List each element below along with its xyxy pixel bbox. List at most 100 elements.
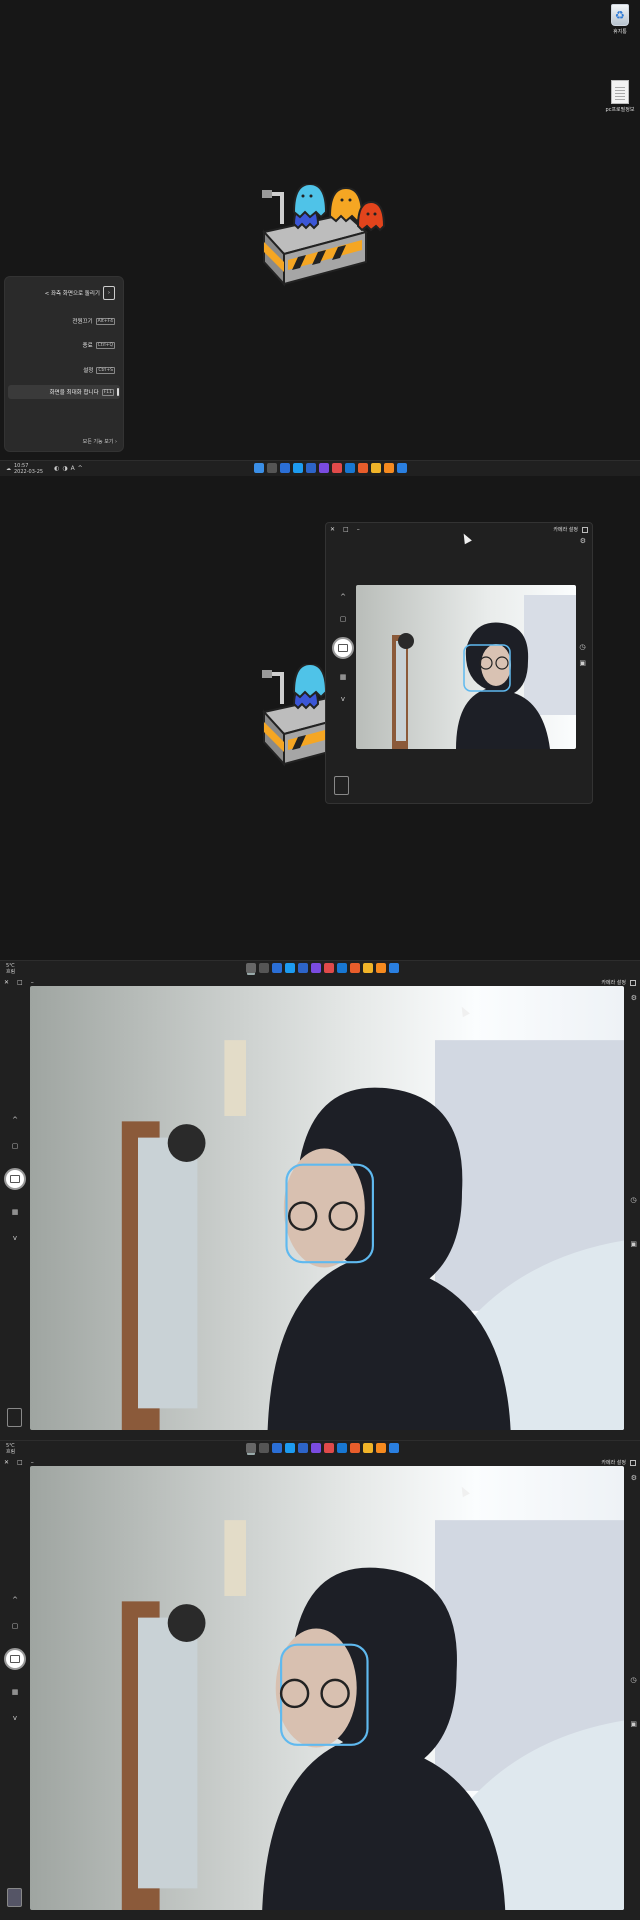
vscode-icon[interactable] [272, 963, 282, 973]
windows-start-icon[interactable] [389, 963, 399, 973]
window-square-icon[interactable] [630, 1459, 636, 1466]
vscode-icon[interactable] [280, 463, 290, 473]
shutter-button[interactable] [332, 637, 354, 659]
maximize-icon[interactable]: □ [17, 979, 23, 986]
camera-settings-gear[interactable]: ⚙ [631, 994, 637, 1002]
windows-start-icon[interactable] [389, 1443, 399, 1453]
taskbar-weather[interactable]: ☁ 10:57 2022-03-25 ◐ ◑ A ^ [6, 463, 83, 475]
photo-mode-icon[interactable]: ▢ [12, 1142, 19, 1150]
windows-start-icon[interactable] [397, 463, 407, 473]
quick-menu-item-maximize[interactable]: 화면을 최대화 합니다 F11 [8, 385, 120, 399]
close-icon[interactable]: ✕ [4, 979, 9, 986]
taskbar-apps [246, 1443, 399, 1453]
camera-settings-label[interactable]: 카메라 설정 [601, 1459, 626, 1466]
taskbar-weather[interactable]: 5℃ 흐림 [6, 1443, 15, 1455]
timer-icon[interactable]: ◷ [630, 1196, 637, 1204]
word-icon[interactable] [337, 1443, 347, 1453]
quick-menu-item-rotate-left[interactable]: < 좌측 화면으로 돌리기 › [45, 286, 115, 300]
search-icon[interactable] [384, 463, 394, 473]
chevron-up-icon[interactable]: ^ [12, 1596, 18, 1604]
taskbar-weather[interactable]: 5℃ 흐림 [6, 963, 15, 975]
photos-icon[interactable] [332, 463, 342, 473]
visual-studio-icon[interactable] [319, 463, 329, 473]
quick-menu-item-label: 설정 [83, 368, 94, 374]
camera-window: ✕ □ – 카메라 설정 ⚙ ^ ▢ ▦ v ◷ ▣ [0, 1456, 640, 1920]
minimize-icon[interactable]: – [31, 1459, 34, 1466]
chevron-up-icon[interactable]: ^ [340, 593, 346, 601]
video-mode-icon[interactable]: ▦ [340, 673, 347, 681]
window-square-icon[interactable] [582, 526, 588, 533]
window-square-icon[interactable] [630, 979, 636, 986]
quick-menu-item-settings[interactable]: 설정 Ctrl+S [83, 363, 115, 377]
quick-menu-item-power-off[interactable]: 전원끄기 Alt+F4 [72, 314, 115, 328]
search-icon[interactable] [376, 1443, 386, 1453]
store-icon[interactable] [298, 963, 308, 973]
visual-studio-icon[interactable] [311, 1443, 321, 1453]
timer-icon[interactable]: ◷ [630, 1676, 637, 1684]
last-photo-thumbnail[interactable] [334, 776, 349, 795]
desktop-icon-profile-doc[interactable]: pc프로필정보 [590, 80, 640, 113]
camera-settings-gear[interactable]: ⚙ [580, 537, 586, 545]
last-photo-thumbnail[interactable] [7, 1888, 22, 1907]
camera-app-icon[interactable] [246, 1443, 256, 1453]
taskbar-apps [254, 463, 407, 473]
photo-mode-icon[interactable]: ▢ [340, 615, 347, 623]
close-icon[interactable]: ✕ [330, 526, 335, 533]
camera-settings-gear[interactable]: ⚙ [631, 1474, 637, 1482]
maximize-icon[interactable]: □ [343, 526, 349, 533]
camera-settings-area: 카메라 설정 [601, 1459, 636, 1466]
edge-icon[interactable] [285, 963, 295, 973]
store-icon[interactable] [298, 1443, 308, 1453]
hdr-icon[interactable]: ▣ [630, 1240, 637, 1248]
brave-icon[interactable] [358, 463, 368, 473]
shutter-button[interactable] [4, 1168, 26, 1190]
photo-mode-icon[interactable]: ▢ [12, 1622, 19, 1630]
edge-icon[interactable] [285, 1443, 295, 1453]
frame-camera-maximized: 5℃ 흐림 ✕ □ – 카메라 설정 ⚙ ^ ▢ ▦ v ◷ ▣ [0, 960, 640, 1440]
search-icon[interactable] [376, 963, 386, 973]
quick-menu-item-quit[interactable]: 종료 Ctrl+Q [83, 338, 115, 352]
maximize-icon[interactable]: □ [17, 1459, 23, 1466]
chevron-down-icon[interactable]: v [13, 1234, 17, 1242]
chevron-down-icon[interactable]: v [13, 1714, 17, 1722]
video-mode-icon[interactable]: ▦ [12, 1688, 19, 1696]
store-icon[interactable] [306, 463, 316, 473]
hdr-icon[interactable]: ▣ [630, 1720, 637, 1728]
photos-icon[interactable] [324, 1443, 334, 1453]
camera-settings-label[interactable]: 카메라 설정 [553, 526, 578, 533]
terminal-icon[interactable] [259, 1443, 269, 1453]
minimize-icon[interactable]: – [357, 526, 360, 533]
camera-app-icon[interactable] [246, 963, 256, 973]
terminal-icon[interactable] [259, 963, 269, 973]
volume-icon: ◑ [62, 465, 68, 472]
video-mode-icon[interactable]: ▦ [12, 1208, 19, 1216]
desktop-icon-recycle-bin[interactable]: 휴지통 [590, 4, 640, 35]
vscode-icon[interactable] [272, 1443, 282, 1453]
terminal-icon[interactable] [267, 463, 277, 473]
photos-icon[interactable] [324, 963, 334, 973]
folder-icon[interactable] [363, 963, 373, 973]
quick-menu-footer-link[interactable]: 모든 기능 보기 › [83, 438, 117, 445]
explorer-icon[interactable] [254, 463, 264, 473]
folder-icon[interactable] [371, 463, 381, 473]
minimize-icon[interactable]: – [31, 979, 34, 986]
edge-icon[interactable] [293, 463, 303, 473]
shutter-button[interactable] [4, 1648, 26, 1670]
word-icon[interactable] [345, 463, 355, 473]
close-icon[interactable]: ✕ [4, 1459, 9, 1466]
brave-icon[interactable] [350, 1443, 360, 1453]
camera-preview [356, 585, 576, 749]
hdr-icon[interactable]: ▣ [579, 659, 586, 667]
folder-icon[interactable] [363, 1443, 373, 1453]
last-photo-thumbnail[interactable] [7, 1408, 22, 1427]
brave-icon[interactable] [350, 963, 360, 973]
camera-settings-label[interactable]: 카메라 설정 [601, 979, 626, 986]
gear-icon: ⚙ [579, 537, 586, 545]
chevron-down-icon[interactable]: v [341, 695, 345, 703]
system-tray[interactable]: ◐ ◑ A ^ [54, 466, 83, 472]
visual-studio-icon[interactable] [311, 963, 321, 973]
word-icon[interactable] [337, 963, 347, 973]
timer-icon[interactable]: ◷ [579, 643, 586, 651]
camera-window: ✕ □ – 카메라 설정 ⚙ ^ ▢ ▦ v ◷ ▣ [0, 976, 640, 1440]
chevron-up-icon[interactable]: ^ [12, 1116, 18, 1124]
